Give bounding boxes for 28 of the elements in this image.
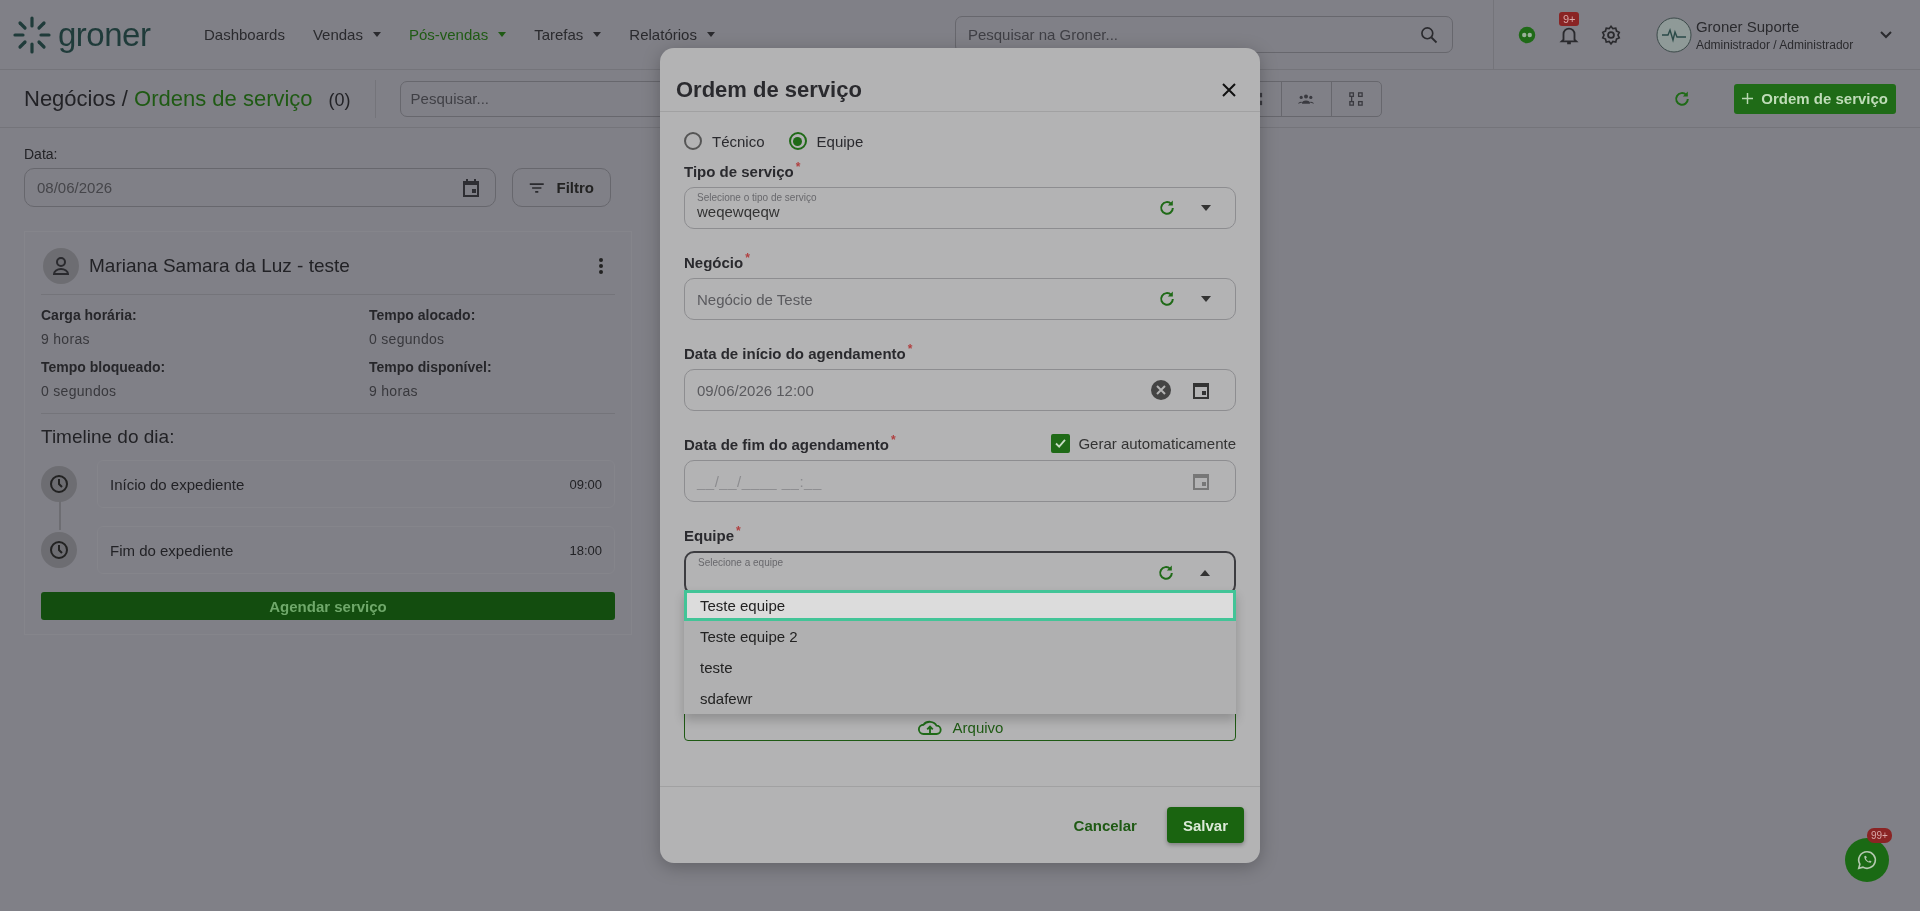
- stat-value: 9 horas: [369, 383, 419, 399]
- stat-value: 0 segundos: [41, 383, 118, 399]
- order-count: (0): [328, 89, 351, 111]
- field-label: Data de fim do agendamento$^{*}$: [684, 433, 896, 453]
- notification-badge: 9+: [1558, 11, 1580, 26]
- user-name: Groner Suporte: [1695, 17, 1801, 35]
- field-label: Data de início do agendamento$^{*}$: [684, 342, 913, 362]
- date-label: Data:: [24, 146, 59, 162]
- technician-name: Mariana Samara da Luz - teste: [89, 255, 351, 277]
- logo-text: groner: [58, 15, 151, 54]
- stat-label: Tempo disponível:: [369, 359, 493, 375]
- field-label: Negócio$^{*}$: [684, 251, 750, 271]
- timeline-title: Timeline do dia:: [41, 426, 176, 448]
- modal-title: Ordem de serviço: [676, 76, 862, 103]
- timeline-label: Fim do expediente: [110, 541, 234, 559]
- timeline-time: 18:00: [569, 542, 602, 558]
- page-title: Ordens de serviço: [134, 85, 313, 112]
- notification-badge: 99+: [1867, 828, 1892, 843]
- user-role: Administrador / Administrador: [1695, 37, 1855, 52]
- stat-label: Carga horária:: [41, 307, 138, 323]
- timeline-label: Início do expediente: [110, 475, 245, 493]
- stat-value: 0 segundos: [369, 331, 446, 347]
- stat-value: 9 horas: [41, 331, 91, 347]
- field-label: Equipe$^{*}$: [684, 524, 741, 544]
- timeline-time: 09:00: [569, 476, 602, 492]
- field-label: Tipo de serviço$^{*}$: [684, 160, 801, 180]
- stat-label: Tempo alocado:: [369, 307, 477, 323]
- stat-label: Tempo bloqueado:: [41, 359, 167, 375]
